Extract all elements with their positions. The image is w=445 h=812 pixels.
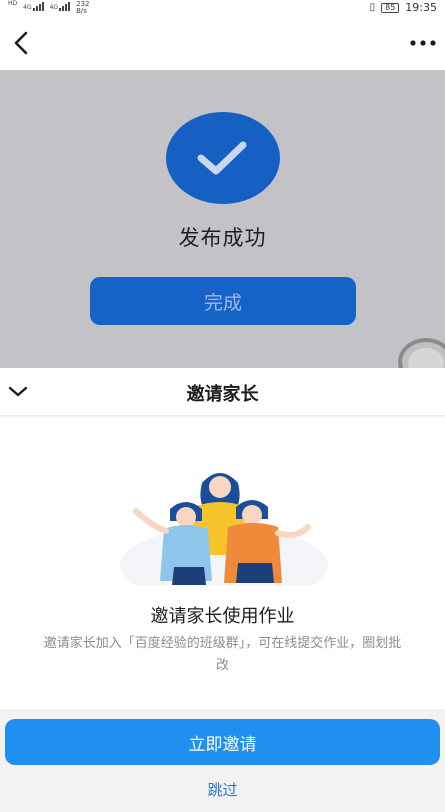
success-title: 发布成功 — [178, 226, 267, 250]
publish-success-area: 发布成功 完成 — [0, 70, 445, 368]
more-dots-icon[interactable] — [407, 30, 439, 56]
skip-link[interactable]: 跳过 — [0, 779, 445, 800]
network-indicators: HD 4G 4G 232 B/s — [8, 1, 89, 15]
clock: 19:35 — [405, 1, 437, 14]
battery-indicator: 85 — [381, 2, 400, 13]
success-badge — [166, 112, 280, 204]
status-bar: HD 4G 4G 232 B/s ▯ 85 19:35 — [0, 0, 445, 16]
status-right: ▯ 85 19:35 — [370, 1, 437, 14]
network-speed-unit: B/s — [76, 7, 87, 15]
family-illustration — [120, 473, 328, 585]
signal-bars-icon-2 — [59, 1, 71, 11]
done-button[interactable]: 完成 — [90, 277, 356, 325]
invite-description: 邀请家长加入「百度经验的班级群」，可在线提交作业，圈划批改 — [43, 636, 402, 673]
signal-group-2: 4G — [23, 1, 44, 11]
signal-group-1: HD — [8, 1, 17, 7]
sheet-title: 邀请家长 — [186, 384, 259, 405]
check-icon — [197, 141, 247, 175]
network-tag-4g: 4G — [23, 4, 32, 11]
sheet-body: 邀请家长使用作业 邀请家长加入「百度经验的班级群」，可在线提交作业，圈划批改 — [0, 417, 445, 709]
signal-bars-icon — [32, 1, 44, 11]
top-bar — [0, 16, 445, 70]
invite-heading: 邀请家长使用作业 — [150, 606, 295, 627]
signal-group-3: 4G — [49, 1, 71, 11]
sheet-header: 邀请家长 — [0, 368, 445, 416]
network-tag-4g-2: 4G — [49, 4, 59, 11]
vibrate-icon: ▯ — [369, 2, 376, 13]
chevron-left-icon[interactable] — [10, 30, 36, 56]
network-speed: 232 B/s — [76, 1, 89, 15]
invite-now-button[interactable]: 立即邀请 — [5, 719, 440, 765]
network-tag-hd: HD — [8, 0, 18, 7]
